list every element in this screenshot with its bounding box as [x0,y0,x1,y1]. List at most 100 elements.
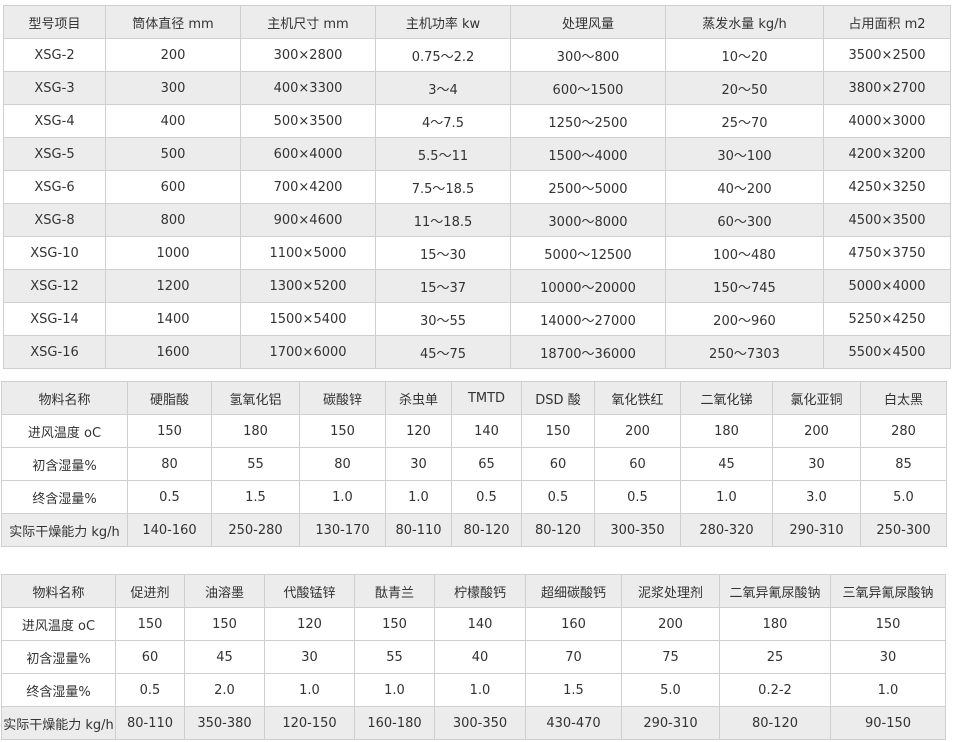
table-row: 实际干燥能力 kg/h 140-160 250-280 130-170 80-110 80… [1,513,947,547]
table-cell: 150 [354,607,435,641]
table-cell: 300×2800 [240,38,376,72]
table-row: 进风温度 oC 150 180 150 120 140 150 200 180 200 280 [1,414,947,448]
table-cell: 主机功率 kw [375,5,511,39]
table-cell: 筒体直径 mm [105,5,241,39]
material-drying-table-1: 物料名称 硬脂酸 氢氧化铝 碳酸锌 杀虫单 TMTD DSD 酸氧化铁红 二氧化锑 氯化亚铜 白太… [1,381,947,547]
table-row: XSG-3 300 400×3300 3～4 600～1500 20～50 3800×270… [3,71,951,105]
table-cell: 1.0 [680,480,773,514]
table-cell: 油溶墨 [184,574,265,608]
table-cell: 处理风量 [510,5,666,39]
table-cell: 1600 [105,335,241,369]
table-cell: 290-310 [621,706,720,740]
table-cell: XSG-14 [3,302,106,336]
table-cell: 终含湿量% [1,673,116,707]
table-cell: 1400 [105,302,241,336]
table-cell: 7.5～18.5 [375,170,511,204]
table-cell: 400 [105,104,241,138]
table-cell: 600×4000 [240,137,376,171]
table-cell: 250～7303 [665,335,824,369]
table-cell: XSG-2 [3,38,106,72]
table-cell: 白太黑 [860,381,947,415]
table-cell: 100～480 [665,236,824,270]
table-cell: 柠檬酸钙 [434,574,526,608]
table-cell: 1500×5400 [240,302,376,336]
table-cell: 氧化铁红 [594,381,681,415]
table-header-row: 物料名称 促进剂 油溶墨 代酸锰锌 酞青兰 柠檬酸钙 超细碳酸钙 泥浆处理剂 二氧异氰尿酸钠 三氧… [1,574,946,608]
table-cell: 1500～4000 [510,137,666,171]
table-cell: 400×3300 [240,71,376,105]
table-cell: 120-150 [264,706,355,740]
table-row: XSG-5 500 600×4000 5.5～11 1500～4000 30～100 420… [3,137,951,171]
table-row: XSG-8 800 900×4600 11～18.5 3000～8000 60～300 45… [3,203,951,237]
table-cell: 300-350 [434,706,526,740]
table-cell: 80-120 [521,513,595,547]
table-cell: 45 [680,447,773,481]
table-cell: 0.5 [451,480,522,514]
table-cell: 130-170 [299,513,386,547]
table-row: XSG-6 600 700×4200 7.5～18.5 2500～5000 40～200 4… [3,170,951,204]
table-cell: 300 [105,71,241,105]
table-cell: 1250～2500 [510,104,666,138]
table-cell: 25～70 [665,104,824,138]
table-cell: 60 [521,447,595,481]
table-cell: 1.0 [434,673,526,707]
table-row: 进风温度 oC 150 150 120 150 140 160 200 180 150 [1,607,946,641]
table-cell: 200 [594,414,681,448]
table-cell: 80-120 [451,513,522,547]
table-cell: 三氧异氰尿酸钠 [830,574,946,608]
table-cell: 18700～36000 [510,335,666,369]
table-cell: 1000 [105,236,241,270]
table-cell: 4500×3500 [823,203,951,237]
table-cell: XSG-5 [3,137,106,171]
table-cell: 500 [105,137,241,171]
table-cell: 1.5 [211,480,300,514]
table-cell: 0.5 [115,673,185,707]
table-cell: 1300×5200 [240,269,376,303]
table-cell: 800 [105,203,241,237]
table-cell: 氢氧化铝 [211,381,300,415]
table-cell: 2.0 [184,673,265,707]
table-cell: 杀虫单 [385,381,452,415]
table-cell: 实际干燥能力 kg/h [1,706,116,740]
table-cell: 55 [354,640,435,674]
table-cell: 5.0 [860,480,947,514]
table-cell: 2500～5000 [510,170,666,204]
table-cell: 150 [521,414,595,448]
table-cell: 3500×2500 [823,38,951,72]
table-cell: 30～55 [375,302,511,336]
table-cell: 600 [105,170,241,204]
table-cell: 5500×4500 [823,335,951,369]
table-cell: 5000～12500 [510,236,666,270]
table-cell: 主机尺寸 mm [240,5,376,39]
table-cell: 200 [621,607,720,641]
table-cell: 60 [594,447,681,481]
table-cell: 150 [115,607,185,641]
table-cell: TMTD [451,381,522,415]
table-cell: 1.5 [525,673,622,707]
table-row: 实际干燥能力 kg/h 80-110 350-380 120-150 160-180 30… [1,706,946,740]
table-cell: 30 [385,447,452,481]
table-cell: 150～745 [665,269,824,303]
table-cell: 150 [127,414,212,448]
table-cell: 5.0 [621,673,720,707]
table-cell: XSG-8 [3,203,106,237]
table-cell: 3～4 [375,71,511,105]
table-cell: 150 [184,607,265,641]
table-cell: 3.0 [772,480,861,514]
table-cell: 700×4200 [240,170,376,204]
table-header-row: 物料名称 硬脂酸 氢氧化铝 碳酸锌 杀虫单 TMTD DSD 酸氧化铁红 二氧化锑 氯化亚铜 白太… [1,381,947,415]
table-cell: 280-320 [680,513,773,547]
table-cell: 75 [621,640,720,674]
table-cell: 4750×3750 [823,236,951,270]
table-cell: 二氧异氰尿酸钠 [719,574,831,608]
table-cell: 80-120 [719,706,831,740]
table-cell: 30～100 [665,137,824,171]
table-row: 终含湿量% 0.5 2.0 1.0 1.0 1.0 1.5 5.0 0.2-2 1.0 [1,673,946,707]
table-cell: 1.0 [354,673,435,707]
table-cell: 10～20 [665,38,824,72]
table-row: XSG-12 1200 1300×5200 15～37 10000～20000 150～7… [3,269,951,303]
table-cell: 氯化亚铜 [772,381,861,415]
table-cell: 85 [860,447,947,481]
table-cell: 40～200 [665,170,824,204]
table-cell: 160-180 [354,706,435,740]
